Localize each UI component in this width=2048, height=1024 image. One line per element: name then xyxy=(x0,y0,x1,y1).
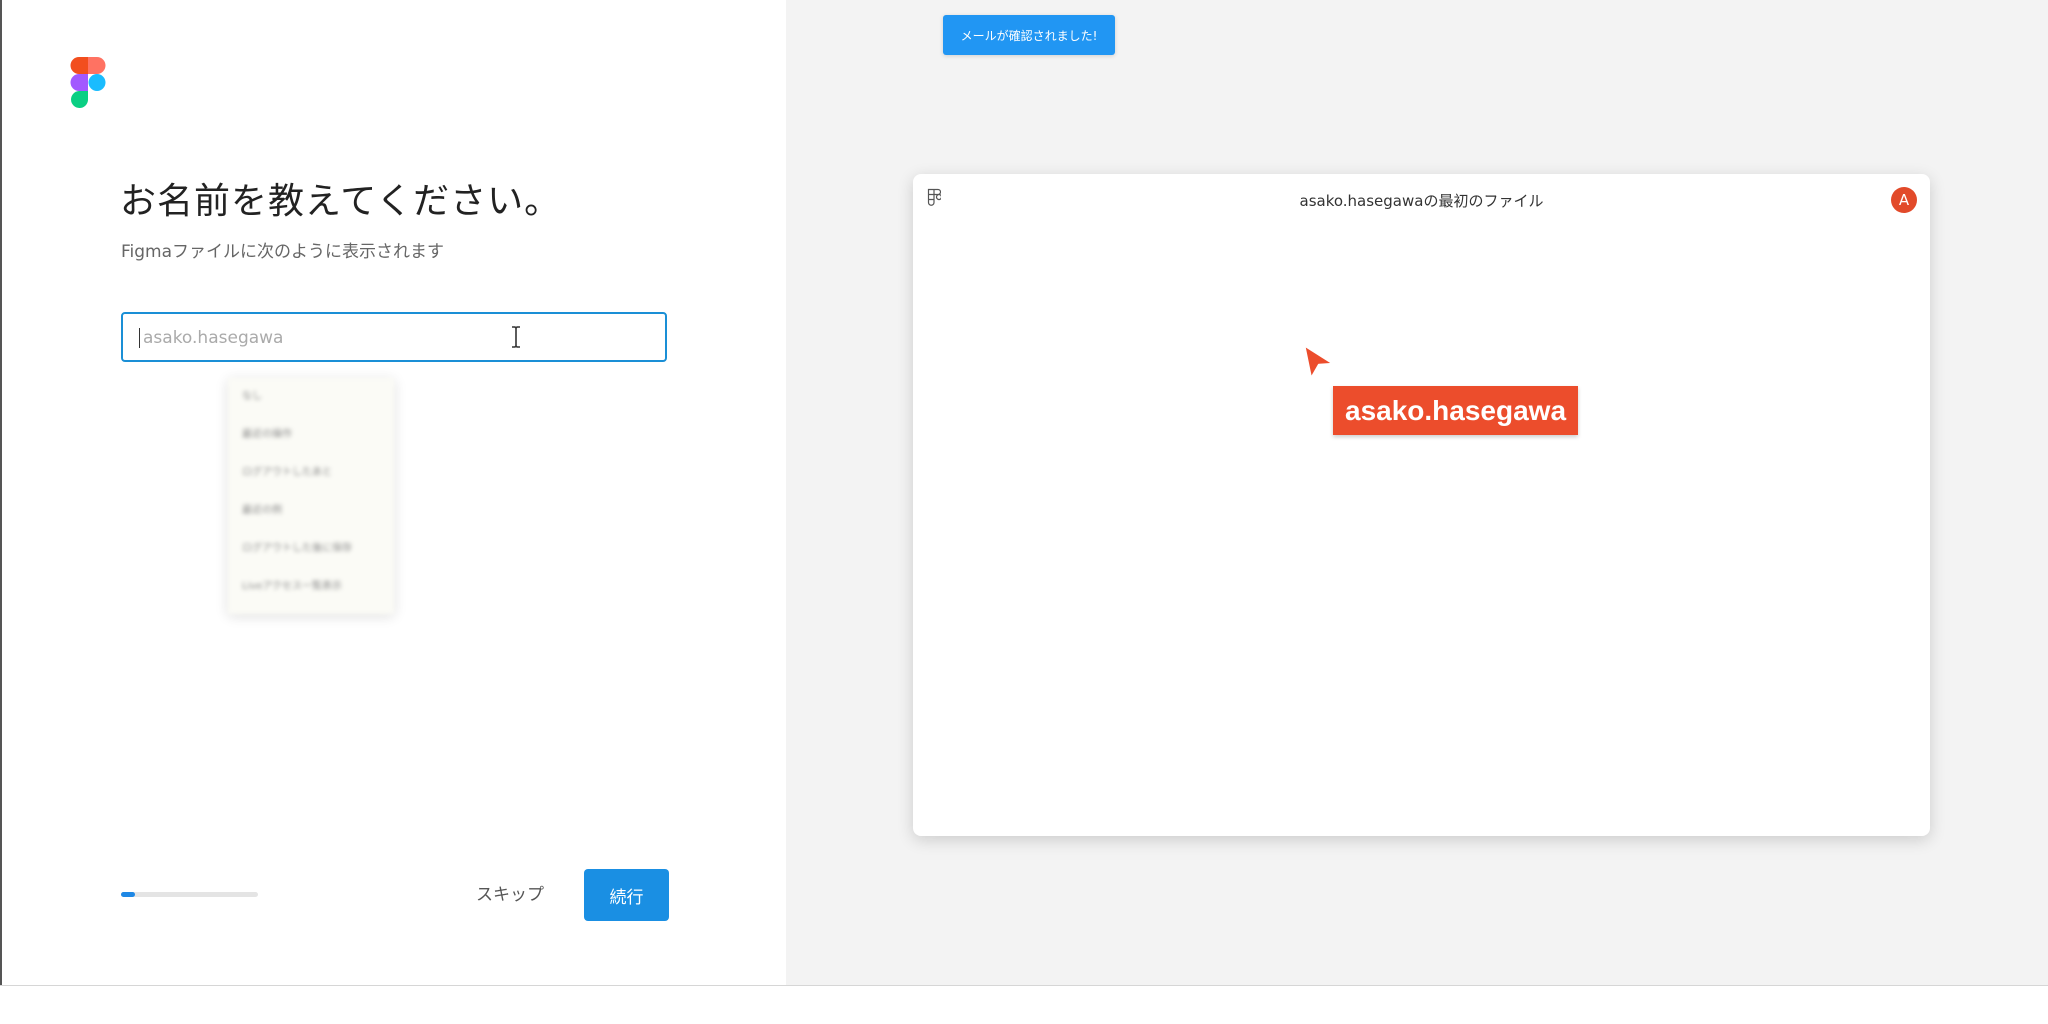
bottom-bar xyxy=(0,985,2048,1024)
name-field[interactable] xyxy=(121,312,667,362)
cursor-name-tag: asako.hasegawa xyxy=(1333,386,1579,435)
dropdown-item[interactable]: 最近の例 xyxy=(228,492,394,530)
dropdown-item[interactable]: Liveアクセス一覧表示 xyxy=(228,568,394,606)
autocomplete-dropdown: なし 最近の操作 ログアウトしたあと 最近の例 ログアウトした後に保存 Live… xyxy=(228,378,394,614)
figma-logo-icon xyxy=(70,57,106,108)
progress-fill xyxy=(121,892,135,897)
page-subtitle: Figmaファイルに次のように表示されます xyxy=(121,242,445,262)
dropdown-item[interactable]: ログアウトした後に保存 xyxy=(228,530,394,568)
file-preview-card: asako.hasegawaの最初のファイル A xyxy=(913,174,1930,836)
page-title: お名前を教えてください。 xyxy=(120,181,562,222)
text-caret xyxy=(139,328,140,348)
preview-panel: メールが確認されました! asako.hasegawaの最初のファイル A xyxy=(786,0,2048,985)
dropdown-item[interactable]: 最近の操作 xyxy=(228,416,394,454)
continue-button[interactable]: 続行 xyxy=(584,869,669,921)
skip-button[interactable]: スキップ xyxy=(468,876,552,909)
dropdown-item[interactable]: ログアウトしたあと xyxy=(228,454,394,492)
onboarding-panel: お名前を教えてください。 Figmaファイルに次のように表示されます なし 最近… xyxy=(2,0,786,985)
pointer-cursor-icon xyxy=(1302,343,1336,381)
email-verified-toast: メールが確認されました! xyxy=(943,15,1115,55)
avatar[interactable]: A xyxy=(1891,187,1917,213)
file-title: asako.hasegawaの最初のファイル xyxy=(1299,192,1544,210)
ibeam-cursor-icon xyxy=(512,326,520,348)
dropdown-item[interactable]: なし xyxy=(228,378,394,416)
progress-bar xyxy=(121,892,258,897)
